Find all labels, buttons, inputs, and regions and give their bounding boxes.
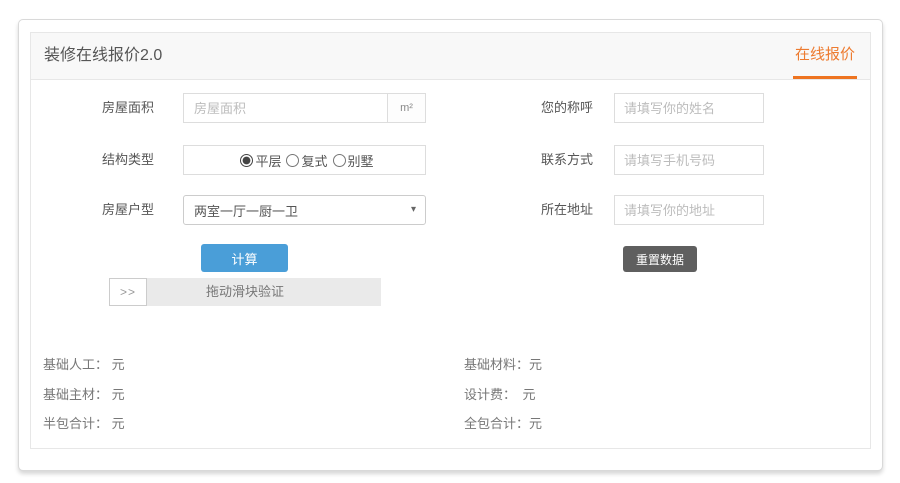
structure-option-label: 复式: [301, 153, 328, 169]
structure-option-label: 别墅: [347, 153, 374, 169]
result-basic-main-material: 基础主材： 元: [43, 387, 125, 402]
address-label: 所在地址: [540, 202, 593, 217]
area-unit: m²: [387, 94, 425, 122]
result-full-package-total: 全包合计：元: [464, 416, 543, 431]
slider-handle[interactable]: >>: [109, 278, 147, 306]
result-basic-labor: 基础人工： 元: [43, 357, 125, 372]
area-input-group: m²: [183, 93, 426, 123]
structure-option-flat[interactable]: 平层: [235, 151, 281, 170]
radio-villa[interactable]: [332, 153, 346, 167]
quote-card: 装修在线报价2.0 在线报价 房屋面积 m² 您的称呼 结构类型 平层 复: [18, 19, 883, 471]
structure-radio-group: 平层 复式 别墅: [183, 145, 426, 175]
caret-down-icon: ▾: [410, 204, 416, 215]
result-basic-material: 基础材料：元: [464, 357, 543, 372]
house-type-value: 两室一厅一厨一卫: [194, 203, 299, 219]
page-title: 装修在线报价2.0: [44, 47, 163, 64]
structure-label: 结构类型: [101, 152, 154, 167]
structure-option-villa[interactable]: 别墅: [328, 151, 374, 170]
name-input[interactable]: [614, 93, 764, 123]
contact-label: 联系方式: [540, 152, 593, 167]
name-label: 您的称呼: [540, 100, 593, 115]
house-type-label: 房屋户型: [101, 202, 154, 217]
panel-header: 装修在线报价2.0 在线报价: [31, 33, 870, 80]
radio-flat[interactable]: [240, 153, 254, 167]
address-input[interactable]: [614, 195, 764, 225]
slider-captcha-text: 拖动滑块验证: [205, 284, 284, 299]
calculate-button[interactable]: 计算: [201, 244, 288, 272]
result-half-package-total: 半包合计： 元: [43, 416, 125, 431]
page: 装修在线报价2.0 在线报价 房屋面积 m² 您的称呼 结构类型 平层 复: [0, 0, 900, 483]
radio-duplex[interactable]: [286, 153, 300, 167]
structure-option-label: 平层: [255, 153, 282, 169]
contact-input[interactable]: [614, 145, 764, 175]
slider-captcha: 拖动滑块验证 >>: [109, 278, 381, 306]
double-chevron-right-icon: >>: [119, 285, 136, 299]
house-type-select[interactable]: 两室一厅一厨一卫 ▾: [183, 195, 426, 225]
area-input[interactable]: [184, 94, 387, 122]
structure-option-duplex[interactable]: 复式: [281, 151, 328, 170]
tab-online-quote[interactable]: 在线报价: [792, 33, 857, 79]
result-design-fee: 设计费： 元: [464, 387, 536, 402]
reset-data-button[interactable]: 重置数据: [623, 246, 697, 272]
quote-panel: 装修在线报价2.0 在线报价 房屋面积 m² 您的称呼 结构类型 平层 复: [30, 32, 871, 449]
area-label: 房屋面积: [101, 100, 154, 115]
